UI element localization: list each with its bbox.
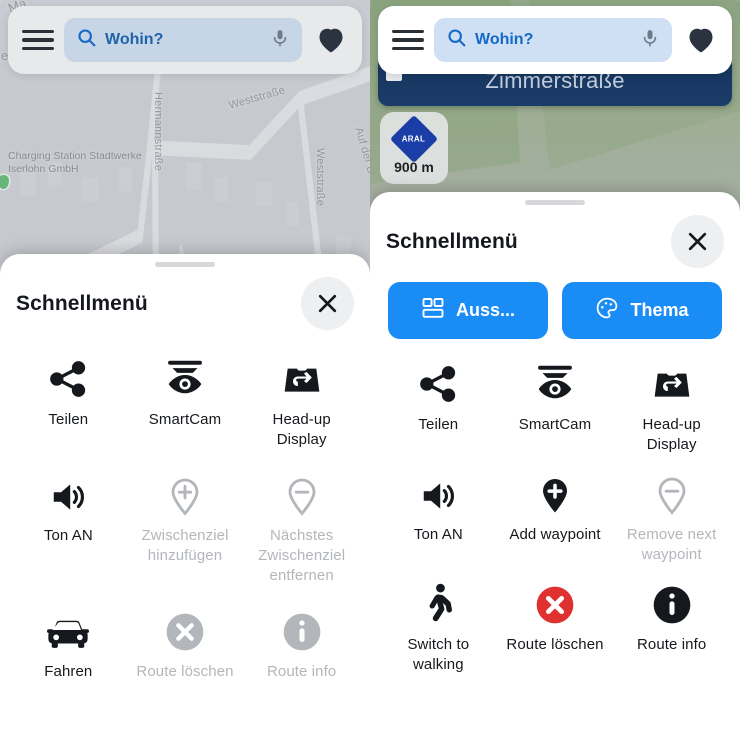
quick-action-smartcam-right[interactable]: SmartCam	[497, 359, 614, 455]
aral-logo-text: ARAL	[402, 133, 426, 143]
close-button-left[interactable]	[301, 277, 354, 330]
smartcam-icon	[163, 354, 207, 400]
quick-menu-grid-left: Teilen SmartCam Head-up Display Ton AN Z…	[10, 330, 360, 682]
info-icon	[652, 579, 692, 625]
palette-icon	[595, 296, 619, 325]
quick-action-share-right[interactable]: Teilen	[380, 359, 497, 455]
sheet-header-left: Schnellmenü	[10, 267, 360, 330]
volume-on-icon	[47, 470, 89, 516]
sheet-title-right: Schnellmenü	[386, 229, 518, 253]
favorites-button-left[interactable]	[312, 26, 350, 54]
comparison-stage: Hermannstraße Weststraße Weststraße Auf …	[0, 0, 740, 738]
quick-action-sound-left[interactable]: Ton AN	[10, 470, 127, 586]
head-up-display-icon	[281, 354, 323, 400]
quick-action-label: Teilen	[48, 411, 89, 428]
quick-action-label: Add waypoint	[509, 526, 601, 543]
quick-action-switch-walking[interactable]: Switch to walking	[380, 579, 497, 675]
microphone-icon[interactable]	[640, 28, 660, 53]
panel-english: Zimmerstraße ARAL 900 m Wohin? Schnellme…	[370, 0, 740, 738]
info-icon	[282, 606, 322, 652]
quick-action-route-info-right[interactable]: Route info	[613, 579, 730, 675]
quick-menu-sheet-right: Schnellmenü Auss... Thema Teilen SmartCa…	[370, 192, 740, 738]
smartcam-icon	[533, 359, 577, 405]
quick-action-label: SmartCam	[148, 411, 222, 428]
share-icon	[417, 359, 459, 405]
sheet-header-right: Schnellmenü	[380, 205, 730, 268]
theme-button[interactable]: Thema	[562, 282, 722, 339]
quick-action-label: Route info	[636, 636, 707, 653]
quick-action-smartcam-left[interactable]: SmartCam	[127, 354, 244, 450]
volume-on-icon	[417, 469, 459, 515]
quick-action-remove-waypoint-left: Nächstes Zwischenziel entfernen	[243, 470, 360, 586]
quick-action-label: Fahren	[44, 663, 93, 680]
favorites-button-right[interactable]	[682, 26, 720, 54]
search-bar-right: Wohin?	[378, 6, 732, 74]
close-button-right[interactable]	[671, 215, 724, 268]
head-up-display-icon	[651, 359, 693, 405]
theme-button-label: Thema	[630, 300, 689, 320]
search-placeholder-right: Wohin?	[475, 31, 534, 48]
quick-menu-sheet-left: Schnellmenü Teilen SmartCam Head-up Disp…	[0, 254, 370, 738]
quick-action-label: Route löschen	[136, 663, 234, 680]
street-label: Weststraße	[314, 148, 326, 207]
charging-station-label: Charging Station Stadtwerke Iserlohn Gmb…	[8, 150, 142, 175]
quick-action-hud-right[interactable]: Head-up Display	[613, 359, 730, 455]
search-bar-left: Wohin?	[8, 6, 362, 74]
walking-icon	[420, 579, 456, 625]
sheet-title-left: Schnellmenü	[16, 291, 148, 315]
cancel-route-icon	[165, 606, 205, 652]
quick-action-label: Route info	[266, 663, 337, 680]
layout-icon	[421, 296, 445, 325]
quick-action-sound-right[interactable]: Ton AN	[380, 469, 497, 565]
heart-icon	[319, 28, 343, 53]
quick-action-label: Teilen	[418, 416, 459, 433]
add-waypoint-icon	[165, 470, 205, 516]
quick-action-label: Nächstes Zwischenziel entfernen	[258, 527, 346, 584]
quick-action-remove-waypoint-right: Remove next waypoint	[613, 469, 730, 565]
search-icon	[446, 27, 467, 53]
close-icon	[688, 232, 707, 251]
search-icon	[76, 27, 97, 53]
quick-action-label: Head-up Display	[642, 416, 701, 453]
quick-action-route-info-left: Route info	[243, 606, 360, 682]
quick-action-share-left[interactable]: Teilen	[10, 354, 127, 450]
appearance-button[interactable]: Auss...	[388, 282, 548, 339]
panel-german: Hermannstraße Weststraße Weststraße Auf …	[0, 0, 370, 738]
search-placeholder-left: Wohin?	[105, 31, 164, 48]
share-icon	[47, 354, 89, 400]
quick-action-add-waypoint-left: Zwischenziel hinzufügen	[127, 470, 244, 586]
close-icon	[318, 294, 337, 313]
remove-waypoint-icon	[652, 469, 692, 515]
quick-action-label: Zwischenziel hinzufügen	[141, 527, 229, 564]
quick-action-label: Remove next waypoint	[626, 526, 717, 563]
sheet-action-row: Auss... Thema	[380, 268, 730, 341]
quick-action-hud-left[interactable]: Head-up Display	[243, 354, 360, 450]
microphone-icon[interactable]	[270, 28, 290, 53]
appearance-button-label: Auss...	[455, 300, 516, 320]
quick-action-label: Ton AN	[413, 526, 463, 543]
search-input-left[interactable]: Wohin?	[64, 18, 302, 62]
hamburger-icon[interactable]	[20, 28, 54, 52]
cancel-route-icon	[535, 579, 575, 625]
car-icon	[46, 606, 90, 652]
hamburger-icon[interactable]	[390, 28, 424, 52]
quick-action-label: SmartCam	[518, 416, 592, 433]
quick-action-drive-left[interactable]: Fahren	[10, 606, 127, 682]
quick-menu-grid-right: Teilen SmartCam Head-up Display Ton AN A…	[380, 341, 730, 675]
quick-action-cancel-route-right[interactable]: Route löschen	[497, 579, 614, 675]
quick-action-label: Switch to walking	[407, 636, 470, 673]
quick-action-cancel-route-left: Route löschen	[127, 606, 244, 682]
quick-action-label: Route löschen	[506, 636, 604, 653]
add-waypoint-icon	[535, 469, 575, 515]
fuel-station-badge[interactable]: ARAL 900 m	[380, 112, 448, 184]
quick-action-add-waypoint-right[interactable]: Add waypoint	[497, 469, 614, 565]
heart-icon	[689, 28, 713, 53]
remove-waypoint-icon	[282, 470, 322, 516]
quick-action-label: Ton AN	[43, 527, 93, 544]
aral-logo-icon: ARAL	[389, 114, 439, 163]
quick-action-label: Head-up Display	[272, 411, 331, 448]
search-input-right[interactable]: Wohin?	[434, 18, 672, 62]
